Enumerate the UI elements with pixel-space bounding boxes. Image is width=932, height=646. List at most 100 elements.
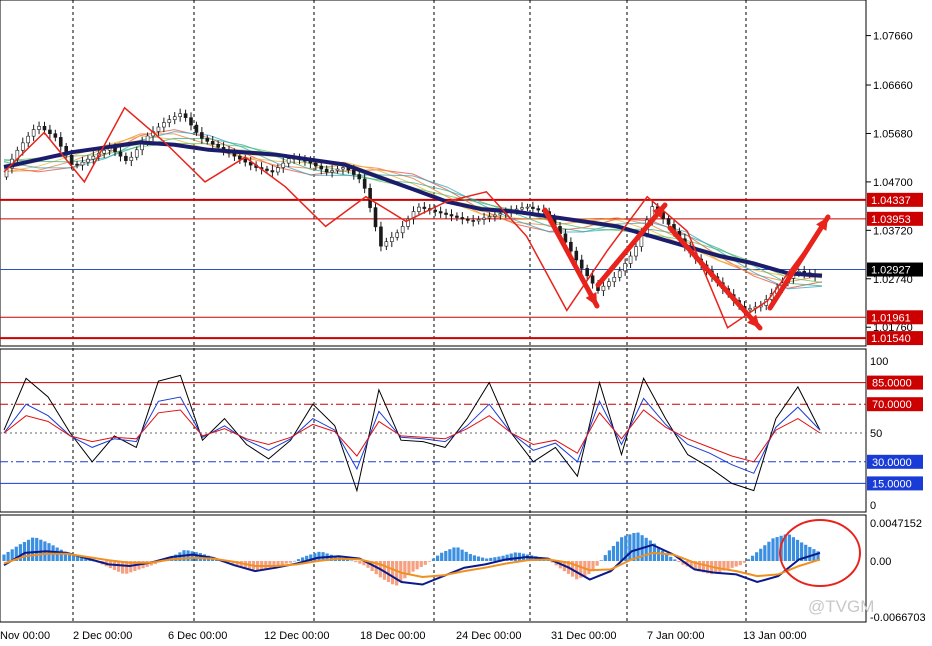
macd-hist-bar-7 (31, 537, 35, 561)
macd-tick-label-2: -0.0066703 (870, 612, 926, 624)
candle-body-14 (80, 161, 85, 166)
candle-body-8 (48, 129, 52, 135)
candle-body-70 (384, 241, 389, 247)
macd-hist-bar-109 (448, 549, 452, 561)
price-tick-label-1: 1.06660 (873, 80, 913, 92)
candle-body-59 (324, 168, 329, 173)
candle-body-98 (536, 208, 541, 211)
candle-body-81 (444, 212, 448, 215)
trading-chart[interactable]: 1.076601.066601.056801.047001.037201.027… (0, 0, 932, 646)
time-label-6: 31 Dec 00:00 (551, 630, 616, 642)
price-levels (0, 198, 866, 340)
macd-hist-bar-46 (190, 551, 194, 561)
candle-body-13 (75, 163, 79, 166)
macd-hist-bar-100 (411, 561, 415, 572)
candle-body-9 (53, 133, 58, 138)
macd-hist-bar-118 (485, 558, 489, 561)
candle-body-57 (314, 162, 318, 167)
macd-hist-bar-150 (615, 541, 620, 561)
macd-hist-bar-102 (419, 561, 423, 568)
candle-body-89 (487, 216, 492, 219)
macd-hist-bar-105 (431, 558, 436, 561)
candle-body-32 (178, 113, 182, 117)
oscillator-axis: 100 50 0 85.0000 70.0000 30.0000 15.0000 (867, 356, 923, 512)
candle-body-60 (330, 170, 334, 173)
macd-hist-bar-8 (35, 537, 39, 561)
macd-hist-bar-71 (292, 560, 297, 562)
macd-hist-bar-73 (301, 557, 305, 561)
candle-body-29 (162, 122, 166, 128)
candle-body-39 (216, 144, 220, 148)
time-label-2: 6 Dec 00:00 (168, 630, 227, 642)
macd-hist-bar-120 (493, 557, 497, 561)
macd-hist-bar-188 (771, 538, 775, 561)
candle-body-58 (319, 165, 324, 170)
price-tag-label-2: 1.02927 (871, 265, 911, 277)
macd-hist-bar-192 (787, 534, 791, 561)
macd-hist-bar-153 (628, 534, 632, 561)
macd-hist-bar-6 (26, 539, 31, 561)
macd-hist-bar-68 (280, 561, 284, 565)
candle-body-21 (118, 151, 123, 157)
candle-body-38 (210, 141, 215, 145)
candle-body-107 (585, 268, 589, 277)
macd-hist-bar-194 (795, 539, 800, 561)
watermark-text: @TVGM (808, 597, 874, 616)
macd-hist-bar-87 (358, 561, 362, 564)
candle-body-112 (612, 276, 617, 283)
macd-hist-bar-110 (452, 547, 456, 561)
macd-hist-bar-104 (427, 561, 432, 562)
time-label-7: 7 Jan 00:00 (647, 630, 705, 642)
osc-tick-label-1: 50 (870, 428, 882, 440)
time-label-0: Nov 00:00 (0, 630, 50, 642)
candle-body-48 (265, 168, 269, 171)
time-label-4: 18 Dec 00:00 (360, 630, 425, 642)
macd-hist-bar-98 (403, 561, 407, 579)
osc-tag-label-3: 15.0000 (872, 478, 912, 490)
candle-body-34 (189, 117, 193, 126)
candle-body-113 (617, 270, 622, 278)
macd-hist-bar-145 (595, 561, 599, 566)
macd-hist-bar-148 (607, 550, 611, 561)
candle-body-79 (433, 209, 438, 212)
price-axis: 1.076601.066601.056801.047001.037201.027… (866, 31, 913, 334)
price-tick-label-2: 1.05680 (873, 128, 913, 140)
price-level-tags: 1.04337 1.03953 1.02927 1.01961 1.01540 (867, 192, 923, 346)
price-tag-label-0: 1.04337 (871, 195, 911, 207)
price-tick-label-0: 1.07660 (873, 31, 913, 43)
macd-hist-bar-140 (575, 561, 579, 580)
candle-body-49 (270, 170, 275, 173)
candle-body-7 (42, 125, 47, 131)
candle-body-106 (579, 259, 584, 269)
time-label-8: 13 Jan 00:00 (743, 630, 807, 642)
macd-hist-bar-99 (407, 561, 411, 575)
macd-tick-label-0: 0.0047152 (870, 518, 922, 530)
candle-body-24 (134, 149, 139, 158)
macd-hist-bar-147 (603, 555, 607, 561)
candle-body-64 (352, 169, 356, 175)
macd-hist-bar-72 (296, 559, 301, 561)
candle-body-108 (590, 275, 595, 284)
candle-body-10 (58, 137, 63, 147)
osc-tick-label-2: 0 (870, 500, 876, 512)
candle-body-52 (286, 158, 291, 164)
candle-body-86 (471, 220, 475, 222)
candle-body-4 (26, 135, 31, 144)
candle-body-72 (395, 232, 400, 238)
macd-hist-bar-177 (726, 561, 730, 570)
macd-hist-bar-146 (599, 560, 603, 561)
candle-body-37 (205, 138, 210, 142)
candle-body-110 (601, 285, 606, 291)
macd-hist-bar-70 (288, 561, 292, 563)
candle-body-87 (476, 219, 481, 222)
macd-hist-bar-157 (644, 537, 648, 561)
macd-hist-bar-85 (350, 560, 354, 562)
candle-body-62 (341, 167, 345, 170)
macd-hist-bar-96 (395, 561, 399, 586)
macd-hist-bar-178 (730, 561, 734, 568)
time-label-1: 2 Dec 00:00 (73, 630, 132, 642)
macd-hist-bar-69 (284, 561, 288, 564)
macd-hist-bar-163 (669, 556, 673, 561)
candle-body-84 (460, 217, 465, 220)
oscillator-levels (0, 382, 866, 484)
